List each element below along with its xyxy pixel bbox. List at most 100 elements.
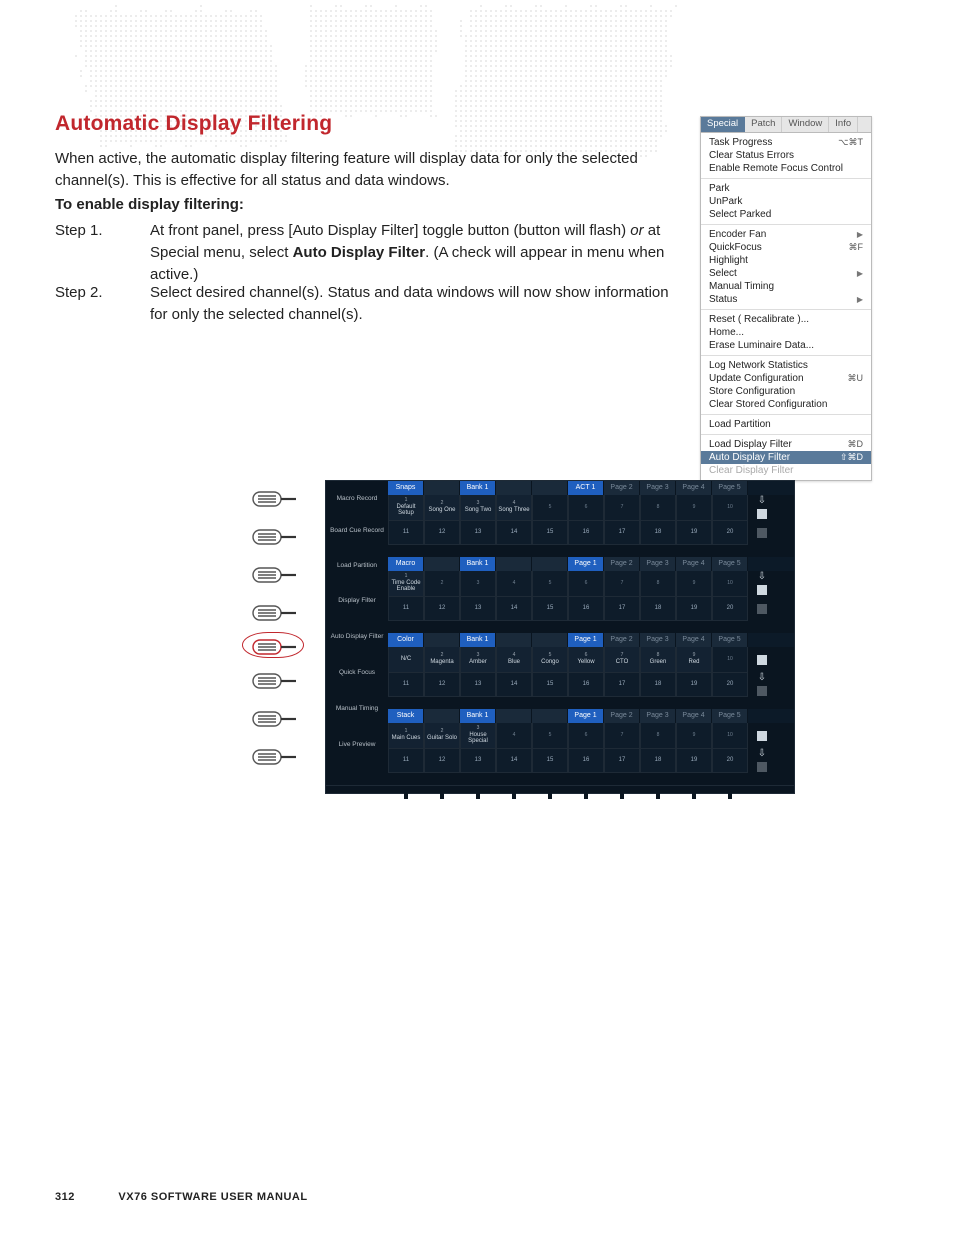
- panel-snaps-cell-8[interactable]: 8: [640, 495, 676, 521]
- panel-color-cell-6[interactable]: 6Yellow: [568, 647, 604, 673]
- panel-snaps-cell-19[interactable]: 19: [676, 521, 712, 545]
- panel-color-cell-2[interactable]: 2Magenta: [424, 647, 460, 673]
- menu-item-load-display-filter[interactable]: Load Display Filter⌘D: [701, 438, 871, 451]
- panel-stack-first-page-chip[interactable]: Page 1: [568, 709, 604, 723]
- panel-color-cell-18[interactable]: 18: [640, 673, 676, 697]
- front-panel-toggle-live-preview[interactable]: [252, 748, 296, 766]
- menu-item-unpark[interactable]: UnPark: [701, 195, 871, 208]
- panel-color-page-3-chip[interactable]: Page 3: [640, 633, 676, 647]
- menu-item-park[interactable]: Park: [701, 182, 871, 195]
- panel-side-label-quick-focus[interactable]: Quick Focus: [326, 669, 388, 676]
- panel-macro-cell-8[interactable]: 8: [640, 571, 676, 597]
- menu-item-load-partition[interactable]: Load Partition: [701, 418, 871, 431]
- panel-stack-cell-2[interactable]: 2Guitar Solo: [424, 723, 460, 749]
- panel-macro-page-2-chip[interactable]: Page 2: [604, 557, 640, 571]
- front-panel-toggle-display-filter[interactable]: [252, 604, 296, 622]
- panel-stack-cell-9[interactable]: 9: [676, 723, 712, 749]
- panel-macro-cell-13[interactable]: 13: [460, 597, 496, 621]
- panel-snaps-cell-20[interactable]: 20: [712, 521, 748, 545]
- panel-snaps-cell-16[interactable]: 16: [568, 521, 604, 545]
- panel-snaps-cell-6[interactable]: 6: [568, 495, 604, 521]
- panel-stack-bank-chip[interactable]: Bank 1: [460, 709, 496, 723]
- panel-stack-title-chip[interactable]: Stack: [388, 709, 424, 723]
- panel-stack-cell-14[interactable]: 14: [496, 749, 532, 773]
- panel-snaps-cell-3[interactable]: 3Song Two: [460, 495, 496, 521]
- panel-snaps-cell-5[interactable]: 5: [532, 495, 568, 521]
- panel-macro-cell-10[interactable]: 10: [712, 571, 748, 597]
- panel-stack-cell-3[interactable]: 3House Special: [460, 723, 496, 749]
- panel-side-label-manual-timing[interactable]: Manual Timing: [326, 705, 388, 712]
- panel-color-cell-8[interactable]: 8Green: [640, 647, 676, 673]
- panel-color-cell-16[interactable]: 16: [568, 673, 604, 697]
- panel-snaps-cell-2[interactable]: 2Song One: [424, 495, 460, 521]
- panel-color-cell-10[interactable]: 10: [712, 647, 748, 673]
- menu-item-task-progress[interactable]: Task Progress⌥⌘T: [701, 136, 871, 149]
- front-panel-toggle-macro-record[interactable]: [252, 490, 296, 508]
- panel-color-cell-17[interactable]: 17: [604, 673, 640, 697]
- panel-side-label-board-cue-record[interactable]: Board Cue Record: [326, 527, 388, 534]
- panel-snaps-cell-10[interactable]: 10: [712, 495, 748, 521]
- panel-color-bank-chip[interactable]: Bank 1: [460, 633, 496, 647]
- menu-item-home[interactable]: Home...: [701, 326, 871, 339]
- panel-color-title-chip[interactable]: Color: [388, 633, 424, 647]
- menu-item-highlight[interactable]: Highlight: [701, 254, 871, 267]
- panel-stack-page-5-chip[interactable]: Page 5: [712, 709, 748, 723]
- panel-stack-page-2-chip[interactable]: Page 2: [604, 709, 640, 723]
- panel-macro-cell-1[interactable]: 1Time Code Enable: [388, 571, 424, 597]
- panel-stack-cell-1[interactable]: 1Main Cues: [388, 723, 424, 749]
- panel-stack-cell-16[interactable]: 16: [568, 749, 604, 773]
- panel-macro-cell-7[interactable]: 7: [604, 571, 640, 597]
- panel-stack-cell-15[interactable]: 15: [532, 749, 568, 773]
- menu-item-manual-timing[interactable]: Manual Timing: [701, 280, 871, 293]
- panel-stack-cell-11[interactable]: 11: [388, 749, 424, 773]
- panel-stack-page-4-chip[interactable]: Page 4: [676, 709, 712, 723]
- panel-snaps-cell-1[interactable]: 1Default Setup: [388, 495, 424, 521]
- panel-stack-cell-13[interactable]: 13: [460, 749, 496, 773]
- front-panel-toggle-board-cue-record[interactable]: [252, 528, 296, 546]
- panel-macro-cell-4[interactable]: 4: [496, 571, 532, 597]
- menu-item-erase-luminaire-data[interactable]: Erase Luminaire Data...: [701, 339, 871, 352]
- panel-snaps-page-5-chip[interactable]: Page 5: [712, 481, 748, 495]
- panel-color-cell-1[interactable]: N/C: [388, 647, 424, 673]
- panel-color-cell-19[interactable]: 19: [676, 673, 712, 697]
- panel-side-label-live-preview[interactable]: Live Preview: [326, 741, 388, 748]
- panel-snaps-page-2-chip[interactable]: Page 2: [604, 481, 640, 495]
- panel-stack-cell-7[interactable]: 7: [604, 723, 640, 749]
- panel-color-cell-12[interactable]: 12: [424, 673, 460, 697]
- panel-color-cell-5[interactable]: 5Congo: [532, 647, 568, 673]
- menu-item-encoder-fan[interactable]: Encoder Fan▶: [701, 228, 871, 241]
- panel-color-cell-4[interactable]: 4Blue: [496, 647, 532, 673]
- panel-stack-cell-20[interactable]: 20: [712, 749, 748, 773]
- panel-snaps-cell-17[interactable]: 17: [604, 521, 640, 545]
- panel-stack-page-3-chip[interactable]: Page 3: [640, 709, 676, 723]
- panel-stack-cell-17[interactable]: 17: [604, 749, 640, 773]
- menu-item-update-configuration[interactable]: Update Configuration⌘U: [701, 372, 871, 385]
- panel-stack-cell-12[interactable]: 12: [424, 749, 460, 773]
- panel-macro-first-page-chip[interactable]: Page 1: [568, 557, 604, 571]
- panel-snaps-bank-chip[interactable]: Bank 1: [460, 481, 496, 495]
- panel-snaps-cell-15[interactable]: 15: [532, 521, 568, 545]
- menu-item-select-parked[interactable]: Select Parked: [701, 208, 871, 221]
- panel-snaps-cell-12[interactable]: 12: [424, 521, 460, 545]
- panel-stack-cell-19[interactable]: 19: [676, 749, 712, 773]
- panel-color-cell-15[interactable]: 15: [532, 673, 568, 697]
- panel-macro-cell-17[interactable]: 17: [604, 597, 640, 621]
- panel-snaps-cell-11[interactable]: 11: [388, 521, 424, 545]
- panel-stack-cell-4[interactable]: 4: [496, 723, 532, 749]
- panel-macro-cell-2[interactable]: 2: [424, 571, 460, 597]
- panel-side-label-display-filter[interactable]: Display Filter: [326, 597, 388, 604]
- panel-side-label-auto-display-filter[interactable]: Auto Display Filter: [326, 633, 388, 640]
- menu-item-enable-remote-focus-control[interactable]: Enable Remote Focus Control: [701, 162, 871, 175]
- panel-side-label-macro-record[interactable]: Macro Record: [326, 495, 388, 502]
- panel-macro-page-5-chip[interactable]: Page 5: [712, 557, 748, 571]
- panel-snaps-first-page-chip[interactable]: ACT 1: [568, 481, 604, 495]
- panel-color-cell-9[interactable]: 9Red: [676, 647, 712, 673]
- panel-macro-cell-14[interactable]: 14: [496, 597, 532, 621]
- panel-stack-cell-8[interactable]: 8: [640, 723, 676, 749]
- panel-stack-cell-10[interactable]: 10: [712, 723, 748, 749]
- panel-color-cell-11[interactable]: 11: [388, 673, 424, 697]
- panel-macro-bank-chip[interactable]: Bank 1: [460, 557, 496, 571]
- panel-macro-cell-12[interactable]: 12: [424, 597, 460, 621]
- menu-tab-patch[interactable]: Patch: [745, 117, 782, 132]
- menu-item-status[interactable]: Status▶: [701, 293, 871, 306]
